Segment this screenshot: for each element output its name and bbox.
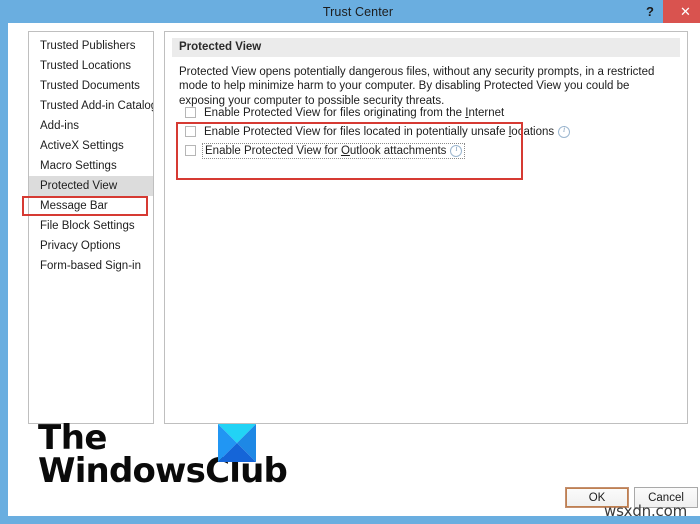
checkbox-label-unsafe-locations: Enable Protected View for files located …: [204, 125, 555, 138]
protected-view-options: Enable Protected View for files originat…: [177, 104, 571, 161]
section-title: Protected View: [172, 38, 680, 57]
dialog-client-area: Trusted Publishers Trusted Locations Tru…: [16, 23, 700, 516]
window-title: Trust Center: [322, 4, 394, 19]
trust-center-dialog: Trust Center ? ✕ Trusted Publishers Trus…: [0, 0, 700, 524]
category-sidebar[interactable]: Trusted Publishers Trusted Locations Tru…: [28, 31, 154, 424]
checkbox-row-outlook-attachments[interactable]: Enable Protected View for Outlook attach…: [177, 142, 529, 159]
settings-content-panel: Protected View Protected View opens pote…: [164, 31, 688, 424]
checkbox-label-outlook-attachments: Enable Protected View for Outlook attach…: [205, 144, 447, 157]
title-bar: Trust Center ? ✕: [8, 0, 700, 23]
help-icon[interactable]: ?: [637, 0, 663, 23]
sidebar-item-message-bar[interactable]: Message Bar: [29, 196, 153, 216]
sidebar-item-form-based-sign-in[interactable]: Form-based Sign-in: [29, 256, 153, 276]
checkbox-outlook-attachments[interactable]: [185, 145, 196, 156]
sidebar-item-trusted-documents[interactable]: Trusted Documents: [29, 76, 153, 96]
sidebar-item-file-block-settings[interactable]: File Block Settings: [29, 216, 153, 236]
titlebar-buttons: ? ✕: [637, 0, 700, 23]
sidebar-item-activex-settings[interactable]: ActiveX Settings: [29, 136, 153, 156]
checkbox-internet[interactable]: [185, 107, 196, 118]
cancel-button[interactable]: Cancel: [634, 487, 698, 508]
ok-button[interactable]: OK: [565, 487, 629, 508]
section-description: Protected View opens potentially dangero…: [179, 66, 655, 107]
info-icon-outlook-attachments[interactable]: [450, 144, 463, 157]
sidebar-item-add-ins[interactable]: Add-ins: [29, 116, 153, 136]
dialog-footer: OK Cancel: [16, 487, 700, 516]
close-icon[interactable]: ✕: [663, 0, 700, 23]
checkbox-unsafe-locations[interactable]: [185, 126, 196, 137]
sidebar-item-protected-view[interactable]: Protected View: [29, 176, 153, 196]
sidebar-item-trusted-locations[interactable]: Trusted Locations: [29, 56, 153, 76]
checkbox-label-internet: Enable Protected View for files originat…: [204, 106, 505, 119]
sidebar-item-macro-settings[interactable]: Macro Settings: [29, 156, 153, 176]
checkbox-row-internet[interactable]: Enable Protected View for files originat…: [177, 104, 529, 121]
info-icon-unsafe-locations[interactable]: [558, 125, 571, 138]
sidebar-item-trusted-publishers[interactable]: Trusted Publishers: [29, 36, 153, 56]
sidebar-item-privacy-options[interactable]: Privacy Options: [29, 236, 153, 256]
focus-outline-outlook-attachments: Enable Protected View for Outlook attach…: [201, 142, 466, 159]
sidebar-item-trusted-add-in-catalogs[interactable]: Trusted Add-in Catalogs: [29, 96, 153, 116]
checkbox-row-unsafe-locations[interactable]: Enable Protected View for files located …: [177, 123, 571, 140]
